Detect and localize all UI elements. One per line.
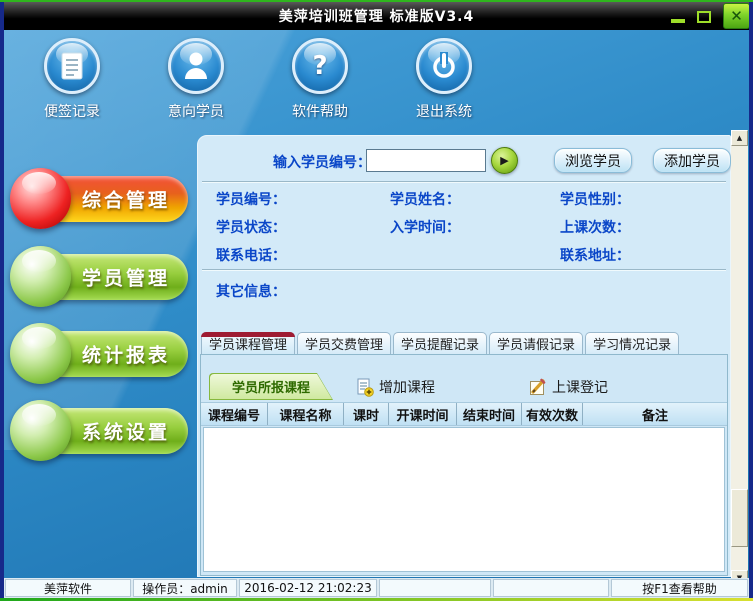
add-student-button[interactable]: 添加学员 bbox=[653, 148, 731, 173]
title-bar: 美萍培训班管理 标准版V3.4 ✕ bbox=[2, 2, 751, 30]
field-label-student-gender: 学员性别： bbox=[560, 192, 630, 208]
toolbar-item-exit[interactable]: 退出系统 bbox=[384, 38, 504, 121]
column-hours[interactable]: 课时 bbox=[344, 403, 389, 425]
status-empty-1 bbox=[379, 579, 491, 597]
toolbar-item-label: 便签记录 bbox=[44, 104, 100, 120]
course-table-body[interactable] bbox=[203, 427, 725, 572]
green-ball-icon bbox=[10, 400, 71, 461]
column-valid-count[interactable]: 有效次数 bbox=[522, 403, 583, 425]
field-label-class-count: 上课次数： bbox=[560, 220, 630, 236]
sidebar-item-system-settings[interactable]: 系统设置 bbox=[10, 400, 190, 462]
enrolled-courses-tab[interactable]: 学员所报课程 bbox=[209, 373, 333, 400]
course-table-header: 课程编号 课程名称 课时 开课时间 结束时间 有效次数 备注 bbox=[201, 402, 727, 426]
browse-students-button[interactable]: 浏览学员 bbox=[554, 148, 632, 173]
other-info-label: 其它信息： bbox=[216, 284, 286, 300]
toolbar-item-label: 退出系统 bbox=[416, 104, 472, 120]
column-start-time[interactable]: 开课时间 bbox=[389, 403, 457, 425]
tab-payment-management[interactable]: 学员交费管理 bbox=[297, 332, 392, 354]
detail-tabs: 学员课程管理 学员交费管理 学员提醒记录 学员请假记录 学习情况记录 bbox=[201, 332, 680, 354]
search-row: 输入学员编号： ▶ 浏览学员 添加学员 bbox=[198, 144, 731, 176]
course-tab-content: 学员所报课程 增加课程 上课登记 课程编号 课程名称 课时 开课时间 结束时间 … bbox=[200, 354, 728, 576]
green-ball-icon bbox=[10, 323, 71, 384]
field-label-address: 联系地址： bbox=[560, 248, 630, 264]
field-label-student-status: 学员状态： bbox=[216, 220, 286, 236]
field-label-student-name: 学员姓名： bbox=[390, 192, 460, 208]
column-course-id[interactable]: 课程编号 bbox=[201, 403, 268, 425]
vertical-scrollbar[interactable]: ▲ ▼ bbox=[731, 130, 748, 586]
field-label-enroll-time: 入学时间： bbox=[390, 220, 460, 236]
note-icon bbox=[44, 38, 100, 94]
add-course-button[interactable]: 增加课程 bbox=[356, 377, 435, 397]
close-icon[interactable]: ✕ bbox=[723, 3, 750, 29]
app-window: 美萍培训班管理 标准版V3.4 ✕ 便签记录 意向学员 ? 软件帮助 退出系统 … bbox=[0, 0, 753, 601]
power-icon bbox=[416, 38, 472, 94]
green-ball-icon bbox=[10, 246, 71, 307]
person-icon bbox=[168, 38, 224, 94]
column-remarks[interactable]: 备注 bbox=[583, 403, 727, 425]
play-icon: ▶ bbox=[500, 154, 509, 167]
toolbar-item-notes[interactable]: 便签记录 bbox=[12, 38, 132, 121]
status-empty-2 bbox=[493, 579, 609, 597]
column-end-time[interactable]: 结束时间 bbox=[457, 403, 522, 425]
add-course-icon bbox=[357, 378, 374, 397]
toolbar-item-label: 软件帮助 bbox=[292, 104, 348, 120]
student-detail-panel: 输入学员编号： ▶ 浏览学员 添加学员 学员编号： 学员姓名： 学员性别： 学员… bbox=[197, 135, 731, 577]
search-label: 输入学员编号： bbox=[273, 155, 371, 171]
tab-course-management[interactable]: 学员课程管理 bbox=[201, 332, 296, 354]
sidebar-item-student-management[interactable]: 学员管理 bbox=[10, 246, 190, 308]
sidebar-item-label: 综合管理 bbox=[82, 189, 171, 212]
status-help-hint: 按F1查看帮助 bbox=[611, 579, 748, 597]
sidebar-item-label: 统计报表 bbox=[82, 344, 171, 367]
tab-leave-records[interactable]: 学员请假记录 bbox=[489, 332, 584, 354]
toolbar-item-prospects[interactable]: 意向学员 bbox=[136, 38, 256, 121]
toolbar-item-label: 意向学员 bbox=[168, 104, 224, 120]
register-pencil-icon bbox=[530, 378, 546, 395]
window-border-top bbox=[0, 0, 753, 2]
toolbar-item-help[interactable]: ? 软件帮助 bbox=[260, 38, 380, 121]
minimize-icon[interactable] bbox=[671, 19, 685, 23]
add-course-label: 增加课程 bbox=[379, 380, 435, 396]
search-go-button[interactable]: ▶ bbox=[491, 147, 518, 174]
divider bbox=[202, 269, 726, 270]
class-register-button[interactable]: 上课登记 bbox=[529, 377, 608, 397]
status-bar: 美萍软件 操作员：admin 2016-02-12 21:02:23 按F1查看… bbox=[4, 578, 749, 598]
field-label-student-id: 学员编号： bbox=[216, 192, 286, 208]
sidebar-item-statistics-reports[interactable]: 统计报表 bbox=[10, 323, 190, 385]
tab-study-records[interactable]: 学习情况记录 bbox=[585, 332, 680, 354]
sidebar-item-label: 学员管理 bbox=[82, 267, 171, 290]
column-course-name[interactable]: 课程名称 bbox=[268, 403, 344, 425]
scroll-up-icon[interactable]: ▲ bbox=[731, 130, 748, 146]
sidebar-item-label: 系统设置 bbox=[82, 421, 171, 444]
maximize-icon[interactable] bbox=[697, 11, 711, 23]
divider bbox=[202, 181, 726, 182]
sidebar-item-general-management[interactable]: 综合管理 bbox=[10, 168, 190, 230]
window-border-right bbox=[749, 2, 753, 598]
question-icon: ? bbox=[292, 38, 348, 94]
red-ball-icon bbox=[10, 168, 71, 229]
class-register-label: 上课登记 bbox=[552, 380, 608, 396]
status-vendor: 美萍软件 bbox=[5, 579, 131, 597]
tab-reminder-records[interactable]: 学员提醒记录 bbox=[393, 332, 488, 354]
status-datetime: 2016-02-12 21:02:23 bbox=[239, 579, 377, 597]
status-operator: 操作员：admin bbox=[133, 579, 237, 597]
student-id-input[interactable] bbox=[366, 149, 486, 172]
field-label-phone: 联系电话： bbox=[216, 248, 286, 264]
window-border-left bbox=[0, 2, 4, 598]
window-title: 美萍培训班管理 标准版V3.4 bbox=[278, 9, 475, 25]
scrollbar-thumb[interactable] bbox=[731, 489, 748, 547]
